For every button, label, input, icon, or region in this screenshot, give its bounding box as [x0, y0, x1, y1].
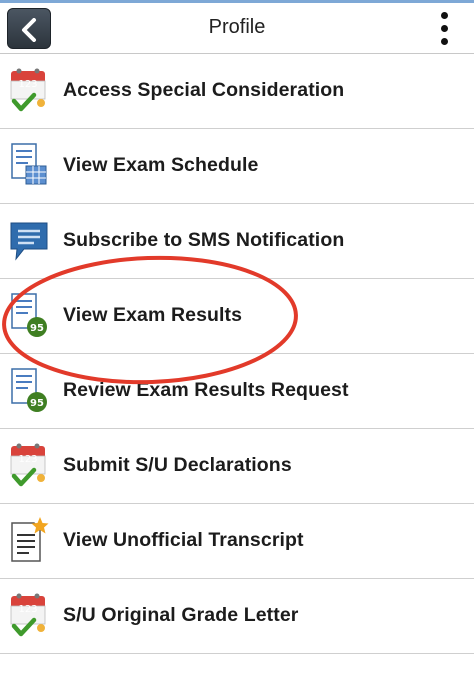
- document-star-icon: [11, 517, 49, 562]
- svg-text:123: 123: [18, 79, 37, 90]
- svg-text:95: 95: [30, 323, 44, 334]
- svg-text:95: 95: [30, 398, 44, 409]
- svg-text:123: 123: [18, 454, 37, 465]
- profile-menu-list: 123 Access Special Consideration View Ex…: [0, 54, 474, 654]
- menu-item-label: View Unofficial Transcript: [63, 529, 304, 551]
- calendar-123-check-icon: 123: [10, 443, 46, 487]
- svg-text:123: 123: [18, 604, 37, 615]
- menu-item-review-exam-results-request[interactable]: 95 Review Exam Results Request: [0, 354, 474, 429]
- header-bar: Profile: [0, 3, 474, 54]
- menu-item-subscribe-sms-notification[interactable]: Subscribe to SMS Notification: [0, 204, 474, 279]
- menu-item-label: Review Exam Results Request: [63, 379, 349, 401]
- document-calendar-icon: [11, 143, 47, 185]
- menu-item-view-exam-schedule[interactable]: View Exam Schedule: [0, 129, 474, 204]
- document-95-badge-icon: 95: [11, 293, 47, 337]
- menu-item-access-special-consideration[interactable]: 123 Access Special Consideration: [0, 54, 474, 129]
- menu-item-label: View Exam Schedule: [63, 154, 259, 176]
- menu-item-label: Access Special Consideration: [63, 79, 345, 101]
- menu-item-su-original-grade-letter[interactable]: 123 S/U Original Grade Letter: [0, 579, 474, 654]
- more-options-icon[interactable]: [432, 9, 458, 49]
- page-title: Profile: [208, 16, 266, 38]
- menu-item-view-exam-results[interactable]: 95 View Exam Results: [0, 279, 474, 354]
- speech-bubble-icon: [10, 222, 48, 261]
- calendar-123-check-icon: 123: [10, 593, 46, 637]
- menu-item-label: Submit S/U Declarations: [63, 454, 292, 476]
- chevron-left-icon: [22, 18, 36, 42]
- document-95-badge-icon: 95: [11, 368, 47, 412]
- menu-item-submit-su-declarations[interactable]: 123 Submit S/U Declarations: [0, 429, 474, 504]
- back-button[interactable]: [7, 8, 51, 49]
- menu-item-view-unofficial-transcript[interactable]: View Unofficial Transcript: [0, 504, 474, 579]
- calendar-123-check-icon: 123: [10, 68, 46, 112]
- menu-item-label: S/U Original Grade Letter: [63, 604, 299, 626]
- menu-item-label: Subscribe to SMS Notification: [63, 229, 345, 251]
- menu-item-label: View Exam Results: [63, 304, 243, 326]
